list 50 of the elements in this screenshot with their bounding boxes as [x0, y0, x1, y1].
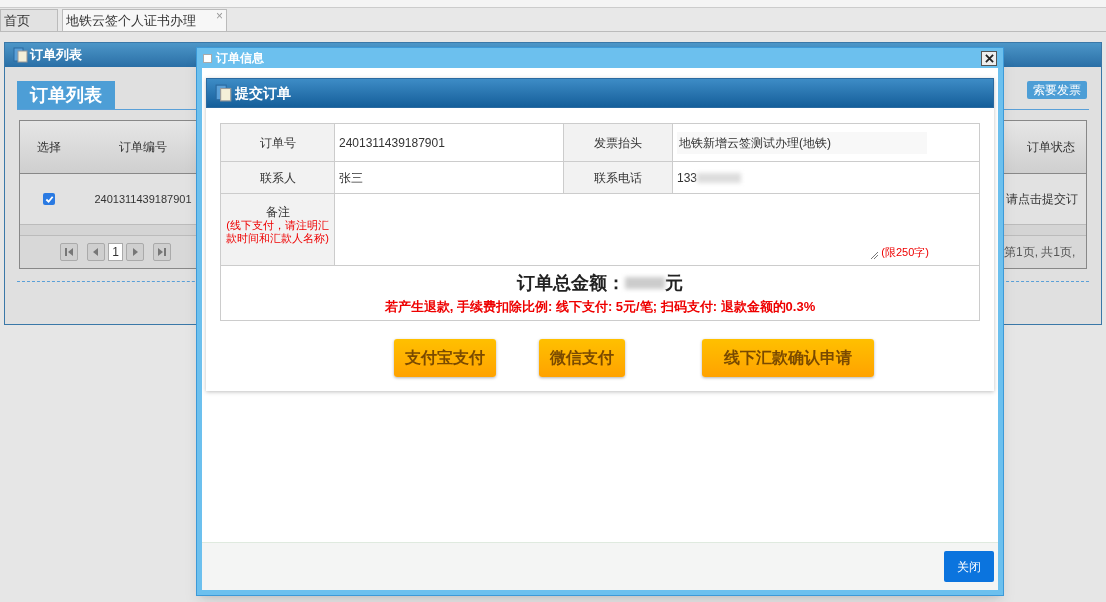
redacted-mark — [697, 172, 742, 183]
pager-summary: 第1页, 共1页, — [1003, 244, 1077, 261]
refund-notice: 若产生退款, 手续费扣除比例: 线下支付: 5元/笔; 扫码支付: 退款金额的0.3% — [384, 297, 816, 316]
field-label: 联系人 — [221, 162, 335, 194]
checkbox[interactable] — [43, 193, 55, 205]
card-title: 提交订单 — [235, 83, 291, 103]
toolbar-button[interactable]: 索要发票 — [1027, 81, 1087, 99]
table-cell-text: 请点击提交订 — [1005, 191, 1079, 208]
column-header: 订单状态 — [1026, 139, 1076, 156]
payment-button[interactable]: 微信支付 — [539, 339, 625, 377]
pager-button[interactable] — [126, 243, 144, 261]
column-header: 选择 — [36, 139, 62, 156]
column-header: 订单编号 — [118, 139, 168, 156]
window-icon — [203, 53, 212, 63]
field-value: 133 — [677, 169, 698, 187]
field-value: 2401311439187901 — [339, 134, 445, 152]
field-label: 联系电话 — [564, 162, 673, 194]
invoice-title-field[interactable]: 地铁新增云签测试办理(地铁) — [677, 131, 927, 154]
window-title: 订单信息 — [216, 50, 265, 67]
table-cell-text: 2401311439187901 — [93, 191, 193, 207]
panel-title: 订单列表 — [30, 46, 82, 65]
remark-field[interactable]: (限250字) — [335, 194, 979, 266]
payment-button[interactable]: 支付宝支付 — [394, 339, 496, 377]
total-unit: 元 — [665, 271, 683, 295]
field-label: 备注 — [265, 206, 290, 219]
field-value: 张三 — [339, 169, 363, 187]
close-button[interactable]: 关闭 — [944, 551, 994, 582]
list-heading: 订单列表 — [17, 81, 115, 109]
document-icon — [13, 47, 29, 63]
document-icon — [215, 84, 233, 102]
first-page-icon — [64, 247, 74, 257]
field-label: 发票抬头 — [564, 124, 673, 162]
close-icon[interactable] — [981, 50, 997, 66]
tab[interactable]: 首页 — [0, 9, 58, 31]
pager-button[interactable] — [60, 243, 78, 261]
pager-button[interactable] — [87, 243, 105, 261]
tab[interactable]: 地铁云签个人证书办理 × — [62, 9, 227, 31]
char-limit-text: (限250字) — [881, 244, 929, 260]
field-label: 订单号 — [221, 124, 335, 162]
pager-button[interactable] — [153, 243, 171, 261]
redacted-mark — [625, 277, 665, 290]
last-page-icon — [157, 247, 167, 257]
next-icon — [130, 247, 140, 257]
close-tab-button[interactable]: × — [216, 10, 223, 22]
payment-button[interactable]: 线下汇款确认申请 — [702, 339, 874, 377]
remark-hint: (线下支付，请注明汇款时间和汇款人名称) — [225, 219, 330, 245]
resize-handle-icon — [870, 251, 880, 260]
total-label: 订单总金额： — [517, 271, 625, 295]
previous-icon — [91, 247, 101, 257]
page-number-field[interactable]: 1 — [108, 243, 123, 261]
